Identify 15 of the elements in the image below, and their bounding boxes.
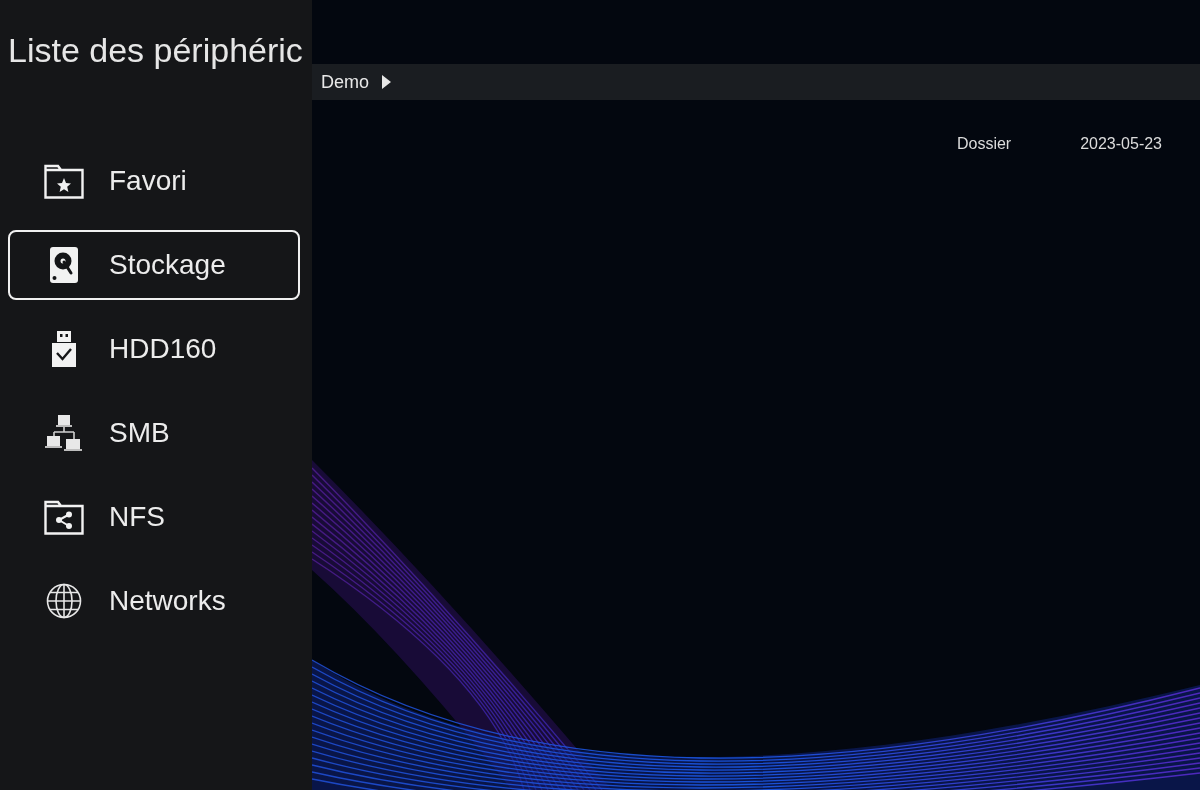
caret-right-icon — [382, 75, 391, 89]
drawer-title: Liste des périphéric — [8, 30, 304, 71]
device-list-item[interactable]: SMB — [8, 398, 300, 468]
folder-star-icon — [44, 163, 84, 199]
device-list-item[interactable]: HDD160 — [8, 314, 300, 384]
device-list-item[interactable]: Stockage — [8, 230, 300, 300]
folder-share-icon — [44, 499, 84, 535]
network-computers-icon — [44, 415, 84, 451]
device-list-item[interactable]: Networks — [8, 566, 300, 636]
file-type: Dossier — [956, 134, 1012, 154]
device-list-item[interactable]: Favori — [8, 146, 300, 216]
globe-icon — [44, 583, 84, 619]
device-list-item[interactable]: NFS — [8, 482, 300, 552]
breadcrumb-link[interactable]: Demo — [321, 73, 369, 91]
file-date: 2023-05-23 — [1080, 134, 1162, 154]
